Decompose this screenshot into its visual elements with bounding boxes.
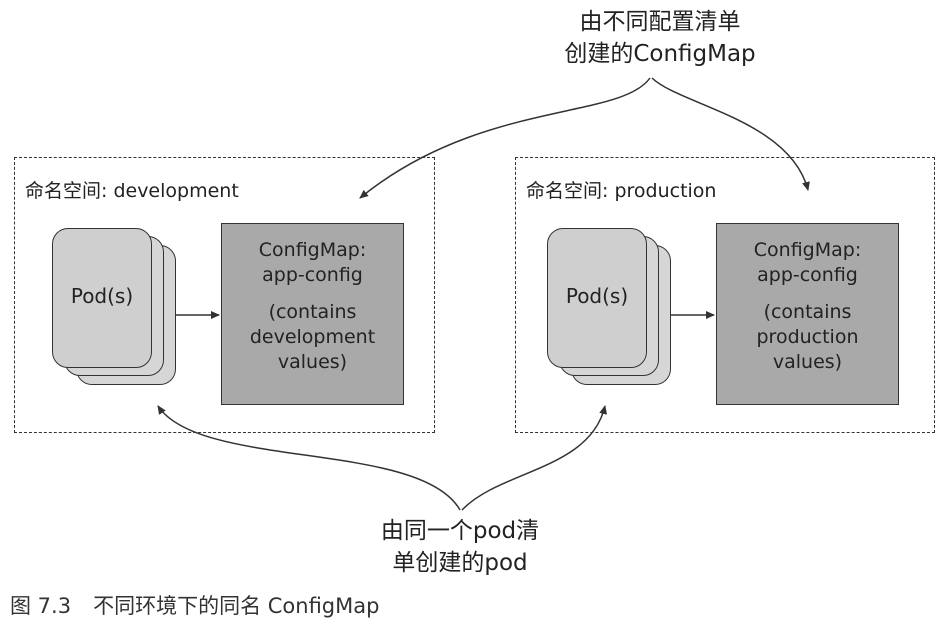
figure-caption: 图 7.3 不同环境下的同名 ConfigMap bbox=[10, 590, 379, 620]
bottom-annotation: 由同一个pod清 单创建的pod bbox=[340, 515, 580, 579]
bottom-right-curve-arrow bbox=[461, 405, 608, 511]
figure-number: 图 7.3 bbox=[10, 594, 72, 618]
bottom-annotation-line2: 单创建的pod bbox=[392, 550, 528, 576]
figure-caption-text: 不同环境下的同名 ConfigMap bbox=[93, 594, 380, 618]
top-right-curve-arrow bbox=[651, 77, 810, 191]
bottom-annotation-line1: 由同一个pod清 bbox=[380, 518, 540, 544]
top-left-curve-arrow bbox=[359, 77, 651, 199]
bottom-left-curve-arrow bbox=[157, 405, 461, 511]
